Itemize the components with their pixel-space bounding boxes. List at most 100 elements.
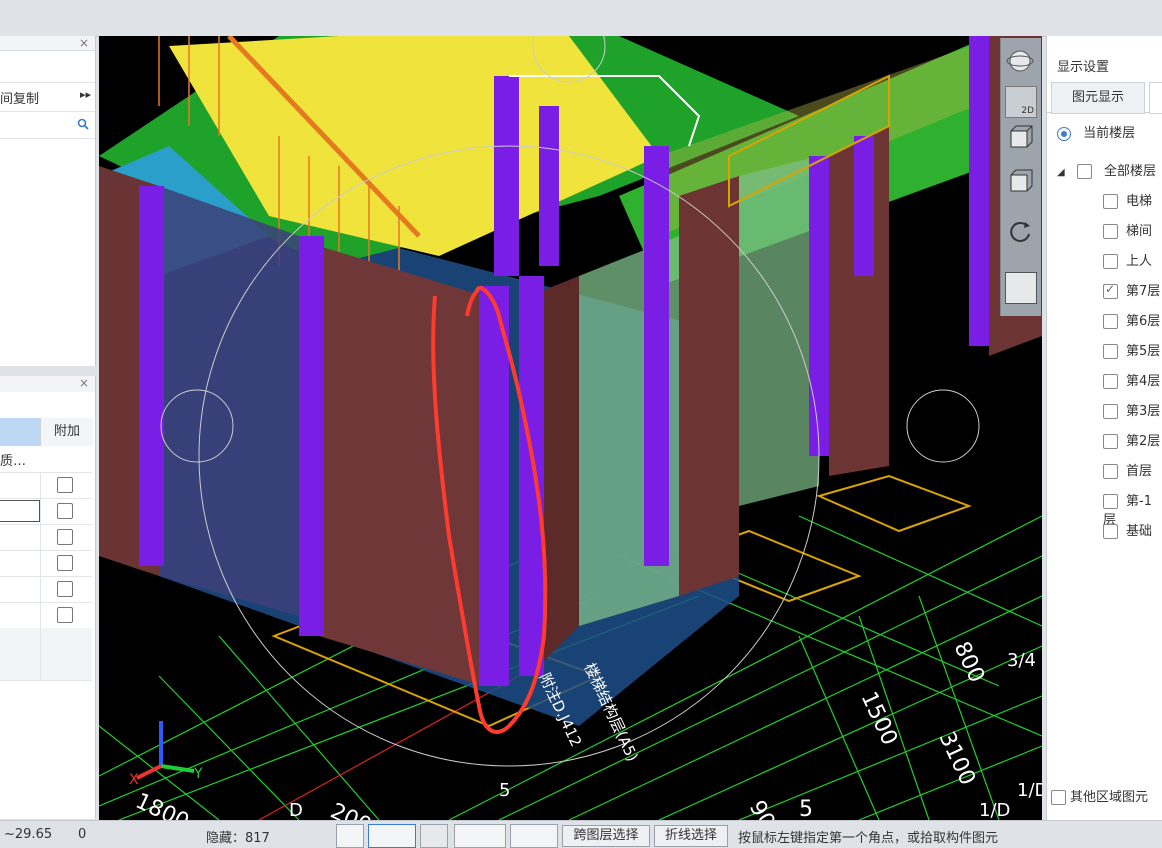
layer-label: 第7层 xyxy=(1126,284,1161,299)
select-box-icon[interactable] xyxy=(368,824,416,848)
property-row[interactable] xyxy=(0,628,92,655)
property-row[interactable] xyxy=(0,498,92,525)
layer-label: 第6层 xyxy=(1126,314,1161,329)
layer-item[interactable]: 第7层 xyxy=(1103,280,1160,300)
layer-checkbox[interactable] xyxy=(1103,344,1118,359)
layer-checkbox[interactable] xyxy=(1103,194,1118,209)
layer-item[interactable]: 第-1层 xyxy=(1103,490,1162,528)
layer-checkbox[interactable] xyxy=(1103,314,1118,329)
dim-text: 1500 xyxy=(856,688,902,749)
layer-checkbox[interactable] xyxy=(1103,494,1118,509)
extra-checkbox[interactable] xyxy=(57,529,73,545)
box-view-icon[interactable] xyxy=(1005,166,1035,196)
top-toolbar xyxy=(0,0,1162,37)
view-mode-label: 2D xyxy=(1021,106,1034,116)
layer-checkbox[interactable] xyxy=(1103,282,1118,299)
layer-checkbox[interactable] xyxy=(1103,254,1118,269)
dim-text: 1/D xyxy=(979,800,1010,820)
current-floor-radio[interactable]: 当前楼层 xyxy=(1057,122,1135,141)
other-area-checkbox[interactable] xyxy=(1051,790,1066,805)
ortho-icon[interactable] xyxy=(336,824,364,848)
tree-root[interactable]: ◢ 全部楼层 xyxy=(1057,160,1156,180)
display-settings-pane: 显示设置 图元显示 当前楼层 ◢ 全部楼层 电梯 梯间 上人 第7层 第6层 第… xyxy=(1046,36,1162,820)
layer-item[interactable]: 基础 xyxy=(1103,520,1152,540)
layer-item[interactable]: 首层 xyxy=(1103,460,1152,480)
dim-text: 3100 xyxy=(934,728,980,789)
collapse-triangle-icon[interactable]: ◢ xyxy=(1057,167,1065,178)
dim-text: D xyxy=(289,800,303,820)
search-icon[interactable] xyxy=(77,118,89,130)
cross-layer-select-button[interactable]: 跨图层选择 xyxy=(562,825,650,847)
pane-title: 显示设置 xyxy=(1057,60,1110,75)
other-area-label: 其他区域图元 xyxy=(1070,790,1149,805)
tab-other[interactable] xyxy=(1149,82,1162,114)
layer-label: 第3层 xyxy=(1126,404,1161,419)
property-row[interactable] xyxy=(0,550,92,577)
property-row[interactable] xyxy=(0,602,92,629)
layer-checkbox[interactable] xyxy=(1103,434,1118,449)
snap-icon[interactable] xyxy=(510,824,558,848)
close-icon[interactable]: × xyxy=(79,376,89,390)
angle-icon[interactable] xyxy=(454,824,506,848)
layer-item[interactable]: 第5层 xyxy=(1103,340,1160,360)
cube-view-icon[interactable] xyxy=(1005,122,1035,152)
view-2d-button[interactable]: 2D xyxy=(1005,86,1037,118)
property-pane: × 附加 质… xyxy=(0,376,96,819)
tab-element-display[interactable]: 图元显示 xyxy=(1051,82,1145,114)
dim-text: 200 xyxy=(326,799,375,820)
property-table-header: 附加 xyxy=(0,418,95,446)
layer-item[interactable]: 第3层 xyxy=(1103,400,1160,420)
close-icon[interactable]: × xyxy=(79,36,89,50)
property-row[interactable] xyxy=(0,654,92,681)
extra-checkbox[interactable] xyxy=(57,477,73,493)
extra-checkbox[interactable] xyxy=(57,503,73,519)
radio-label: 当前楼层 xyxy=(1083,126,1136,141)
axis-x-label: X xyxy=(129,772,139,788)
layer-checkbox[interactable] xyxy=(1103,464,1118,479)
tree-root-checkbox[interactable] xyxy=(1076,164,1092,179)
column-header-name xyxy=(0,418,40,446)
coordinate-readout: ~29.65 xyxy=(4,827,53,842)
layer-item[interactable]: 梯间 xyxy=(1103,220,1152,240)
tree-root-label: 全部楼层 xyxy=(1103,164,1156,179)
layer-item[interactable]: 上人 xyxy=(1103,250,1152,270)
dim-text: 1/D xyxy=(1017,780,1042,801)
3d-viewport[interactable]: 1800 200 9000 5 1500 800 3100 3/4 1/D 1/… xyxy=(99,36,1042,820)
floor-copy-label: 间复制 xyxy=(0,92,40,107)
layer-checkbox[interactable] xyxy=(1103,224,1118,239)
extra-checkbox[interactable] xyxy=(57,555,73,571)
layer-checkbox[interactable] xyxy=(1103,404,1118,419)
layer-item[interactable]: 电梯 xyxy=(1103,190,1152,210)
layer-label: 梯间 xyxy=(1126,224,1153,239)
extra-checkbox[interactable] xyxy=(57,581,73,597)
layer-label: 第5层 xyxy=(1126,344,1161,359)
property-value: 质… xyxy=(0,454,27,469)
layer-item[interactable]: 第4层 xyxy=(1103,370,1160,390)
polyline-select-button[interactable]: 折线选择 xyxy=(654,825,728,847)
layer-item[interactable]: 第2层 xyxy=(1103,430,1160,450)
property-row[interactable] xyxy=(0,524,92,551)
model-canvas[interactable]: 1800 200 9000 5 1500 800 3100 3/4 1/D 1/… xyxy=(99,36,1042,820)
hidden-count: 隐藏：817 xyxy=(206,831,270,846)
cross-select-icon[interactable] xyxy=(420,824,448,848)
layer-checkbox[interactable] xyxy=(1103,524,1118,539)
property-edit-input[interactable] xyxy=(0,500,40,522)
expand-arrow-icon[interactable]: ▸▸ xyxy=(80,88,91,101)
column-header-extra: 附加 xyxy=(40,418,93,446)
radio-icon[interactable] xyxy=(1057,126,1071,141)
left-floor-pane: × 间复制 ▸▸ xyxy=(0,36,96,366)
layer-checkbox[interactable] xyxy=(1103,374,1118,389)
layer-grid-icon[interactable] xyxy=(1005,272,1037,304)
rotate-icon[interactable] xyxy=(1005,216,1035,246)
property-row[interactable] xyxy=(0,576,92,603)
orbit-globe-icon[interactable] xyxy=(1005,46,1035,76)
layer-label: 电梯 xyxy=(1126,194,1153,209)
other-area-toggle[interactable]: 其他区域图元 xyxy=(1051,786,1148,805)
extra-checkbox[interactable] xyxy=(57,607,73,623)
layer-item[interactable]: 第6层 xyxy=(1103,310,1160,330)
search-row[interactable] xyxy=(0,112,95,139)
dim-text: 5 xyxy=(499,780,510,801)
property-row[interactable] xyxy=(0,472,92,499)
floor-copy-row[interactable]: 间复制 ▸▸ xyxy=(0,82,95,112)
property-row[interactable]: 质… xyxy=(0,446,92,473)
